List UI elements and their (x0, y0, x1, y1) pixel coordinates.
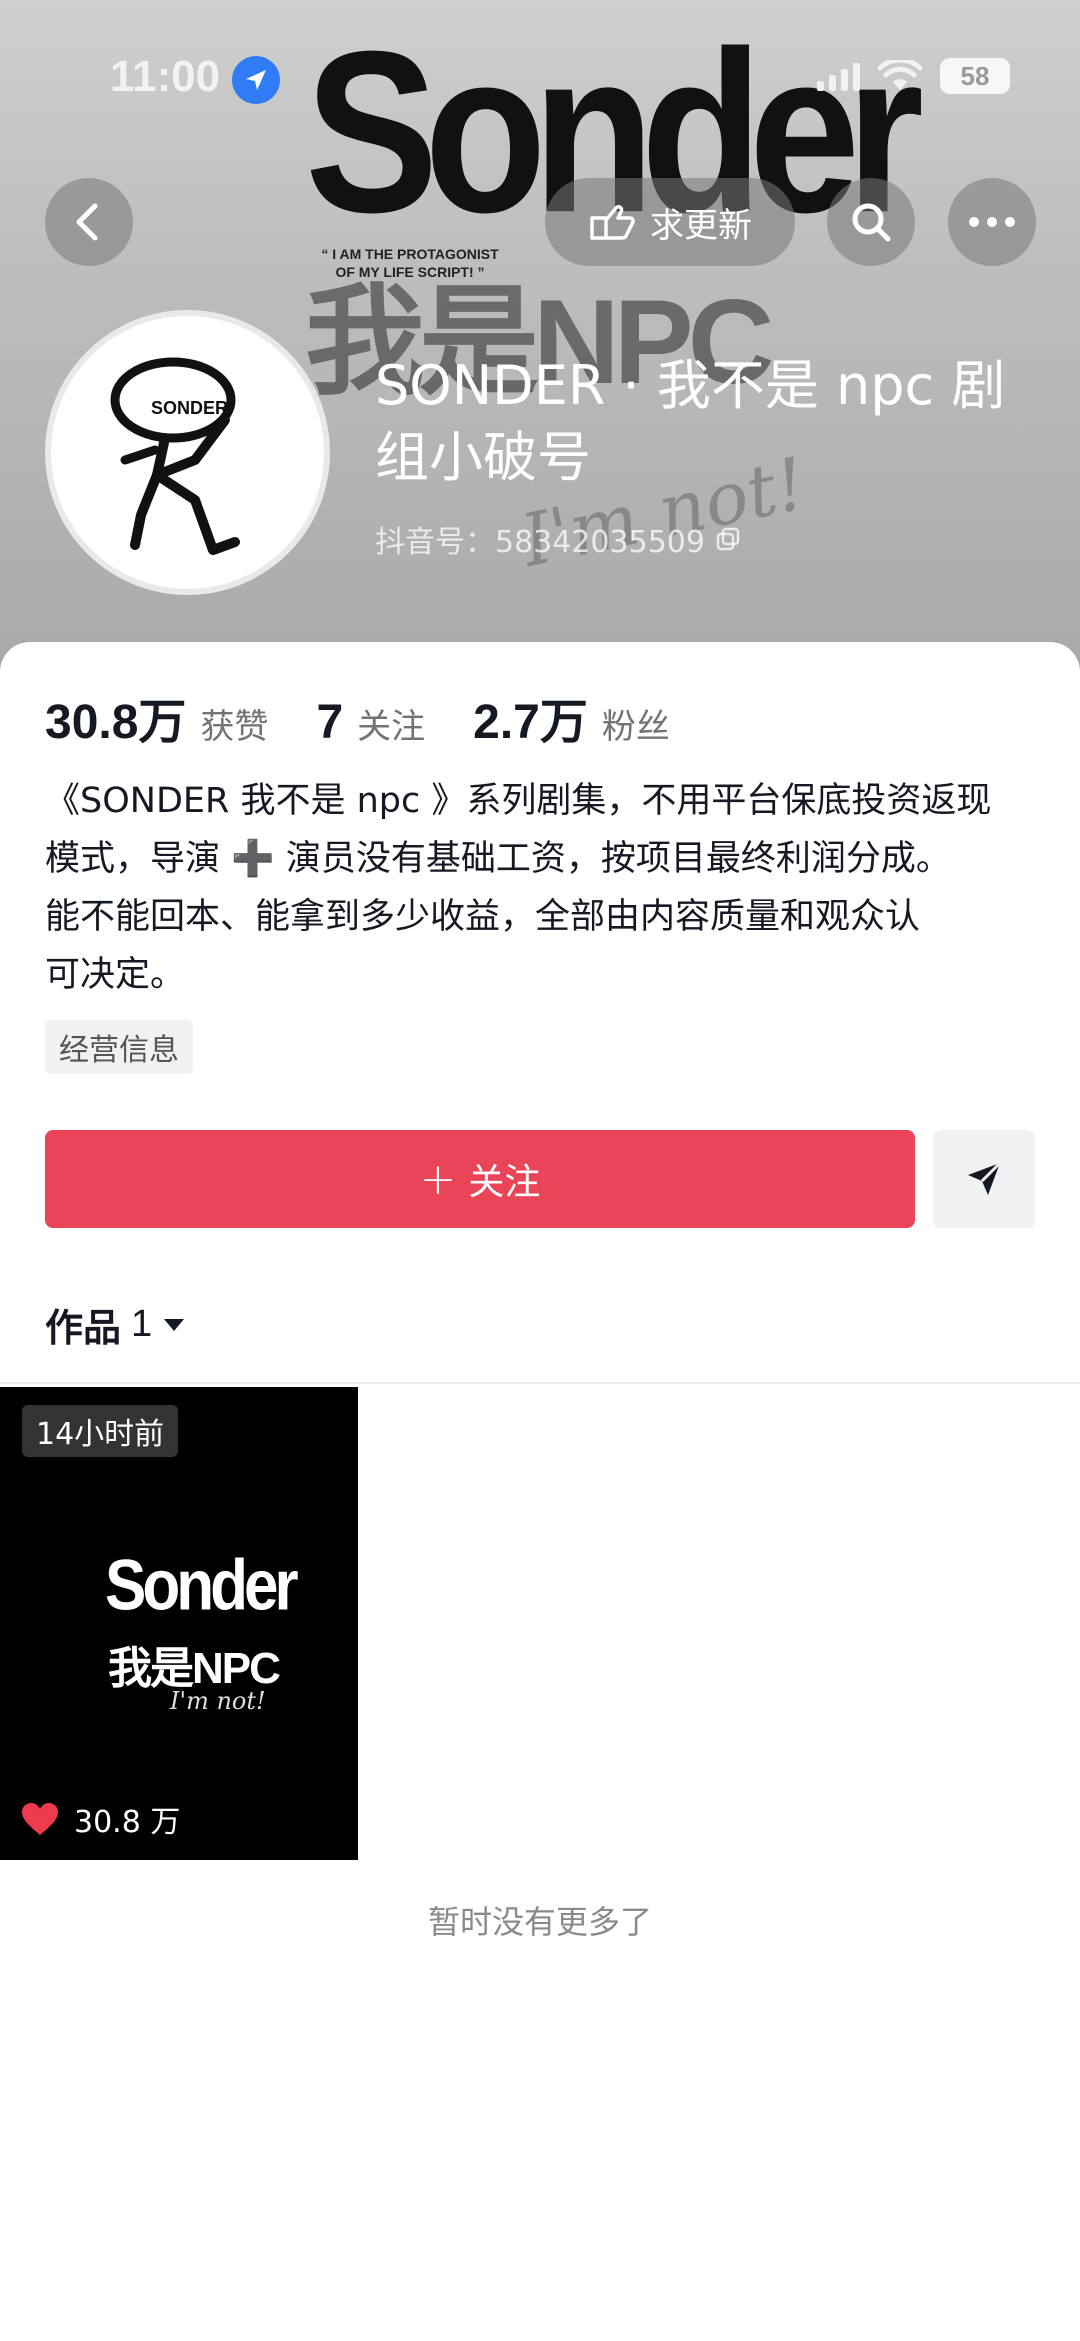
more-button[interactable] (948, 178, 1036, 266)
status-indicators: 58 (817, 58, 1010, 94)
more-dots-icon (969, 217, 1015, 227)
send-icon (968, 1161, 1002, 1195)
douyin-id[interactable]: 抖音号：58342035509 (375, 517, 741, 561)
stat-likes[interactable]: 30.8万 获赞 (45, 682, 268, 752)
tab-works-label: 作品 (45, 1306, 122, 1350)
time-ago-badge: 14小时前 (22, 1405, 179, 1457)
location-icon (232, 56, 280, 104)
tab-works[interactable]: 作品 1 (45, 1297, 186, 1352)
bio-line: 模式，导演 ➕ 演员没有基础工资，按项目最终利润分成。 (45, 839, 951, 879)
heart-icon (22, 1803, 58, 1835)
thumbnail-scrawl: I'm not! (170, 1687, 266, 1715)
stat-label: 粉丝 (601, 707, 670, 747)
video-likes: 30.8 万 (20, 1797, 180, 1841)
signal-icon (817, 61, 860, 91)
video-thumbnail[interactable]: 14小时前 Sonder 我是NPC I'm not! 30.8 万 (0, 1387, 358, 1860)
request-update-button[interactable]: 求更新 (545, 178, 795, 266)
profile-card: 30.8万 获赞 7 关注 2.7万 粉丝 《SONDER 我不是 npc 》系… (0, 642, 1080, 2341)
bio-line: 可决定。 (45, 955, 186, 995)
status-bar: 11:00 58 (0, 0, 1080, 150)
business-info-tag[interactable]: 经营信息 (45, 1020, 193, 1074)
stat-value: 2.7万 (473, 696, 588, 749)
search-button[interactable] (827, 178, 915, 266)
copy-icon[interactable] (715, 526, 741, 552)
tab-works-count: 1 (131, 1303, 153, 1345)
chevron-left-icon (76, 203, 98, 241)
thumbnail-title: Sonder (105, 1546, 299, 1626)
avatar-tag: SONDER (151, 398, 229, 418)
likes-count: 30.8 万 (74, 1805, 181, 1840)
plus-icon: + (419, 1153, 457, 1205)
bio-line: 《SONDER 我不是 npc 》系列剧集，不用平台保底投资返现 (45, 781, 992, 821)
share-button[interactable] (933, 1130, 1035, 1228)
profile-stats: 30.8万 获赞 7 关注 2.7万 粉丝 (45, 682, 718, 752)
stat-followers[interactable]: 2.7万 粉丝 (473, 682, 670, 752)
tab-divider (0, 1382, 1080, 1384)
follow-button[interactable]: + 关注 (45, 1130, 915, 1228)
back-button[interactable] (45, 178, 133, 266)
status-time: 11:00 (110, 52, 221, 101)
request-update-label: 求更新 (650, 205, 752, 246)
stat-label: 获赞 (200, 707, 269, 747)
battery-icon: 58 (940, 58, 1010, 94)
avatar[interactable]: SONDER (45, 310, 330, 595)
caret-down-icon (164, 1318, 185, 1331)
wifi-icon (878, 60, 922, 90)
stat-value: 30.8万 (45, 696, 187, 749)
stat-value: 7 (316, 696, 344, 749)
profile-bio: 《SONDER 我不是 npc 》系列剧集，不用平台保底投资返现 模式，导演 ➕… (45, 772, 1045, 1004)
follow-label: 关注 (468, 1162, 541, 1203)
profile-nickname: SONDER · 我不是 npc 剧组小破号 (375, 354, 1006, 489)
stat-label: 关注 (357, 707, 426, 747)
stat-following[interactable]: 7 关注 (316, 695, 425, 750)
douyin-id-text: 抖音号：58342035509 (375, 525, 705, 560)
search-icon (852, 203, 891, 242)
no-more-text: 暂时没有更多了 (427, 1903, 652, 1941)
stick-figure-logo (110, 357, 240, 555)
bio-line: 能不能回本、能拿到多少收益，全部由内容质量和观众认 (45, 897, 921, 937)
hand-pointing-icon (590, 205, 635, 240)
